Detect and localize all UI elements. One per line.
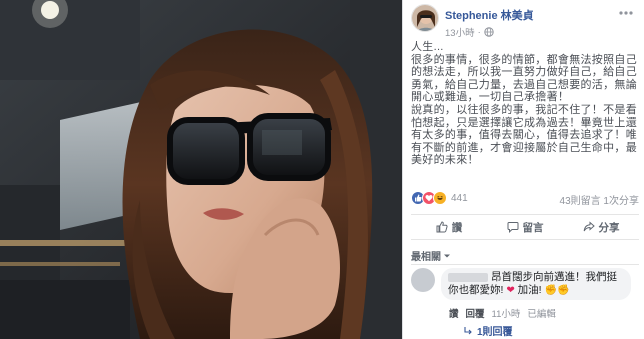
comment-like-button[interactable]: 讚 — [449, 306, 459, 320]
reaction-summary[interactable]: 441 — [411, 191, 468, 205]
view-replies-link[interactable]: 1則回覆 — [463, 323, 513, 338]
post-photo[interactable] — [0, 0, 402, 339]
comment-text-2: 加油! — [517, 284, 542, 296]
post-stats: 441 43則留言 1次分享 — [411, 191, 639, 207]
globe-icon — [484, 27, 494, 37]
comment-label: 留言 — [522, 221, 544, 234]
post-time[interactable]: 13小時 — [445, 25, 475, 39]
chevron-down-icon — [444, 254, 450, 257]
reply-count: 1則回覆 — [477, 327, 513, 338]
facebook-photo-viewer: Stephenie 林美貞 13小時 · 人生... 很多的事情，很多的情節，都… — [0, 0, 644, 339]
comment-reply-button[interactable]: 回覆 — [466, 306, 485, 320]
post-header: Stephenie 林美貞 13小時 · — [411, 4, 639, 39]
post-actions: 讚 留言 分享 — [411, 214, 639, 240]
comment-edited: 已編輯 — [527, 309, 556, 320]
reaction-count[interactable]: 441 — [451, 193, 468, 204]
comment-icon — [507, 222, 518, 233]
share-label: 分享 — [598, 221, 620, 234]
comment-meta: 讚 回覆 11小時 已編輯 — [449, 306, 556, 320]
author-avatar[interactable] — [411, 4, 439, 32]
post-panel: Stephenie 林美貞 13小時 · 人生... 很多的事情，很多的情節，都… — [402, 0, 644, 339]
haha-icon — [433, 191, 447, 205]
like-label: 讚 — [451, 221, 463, 234]
comment-divider — [411, 264, 639, 265]
selfie-photo — [0, 0, 402, 339]
commenter-name-redacted — [448, 272, 488, 282]
reply-arrow-icon — [464, 326, 472, 334]
comment-button[interactable]: 留言 — [487, 215, 563, 239]
share-icon — [583, 221, 595, 232]
comment-time[interactable]: 11小時 — [492, 306, 521, 320]
heart-emoji-icon: ❤ — [506, 285, 515, 296]
commenter-avatar[interactable] — [411, 268, 435, 292]
post-meta: 13小時 · — [445, 25, 534, 39]
thumbs-up-icon — [436, 221, 448, 233]
share-button[interactable]: 分享 — [563, 215, 639, 239]
like-button[interactable]: 讚 — [411, 215, 487, 239]
comment-bubble: 昂首闊步向前邁進！我們挺你也都愛妳! ❤ 加油! ✊✊ — [441, 268, 631, 300]
more-options-icon[interactable] — [617, 6, 635, 20]
comment-sort-dropdown[interactable]: 最相關 — [411, 248, 451, 263]
flexed-biceps-emoji-icon: ✊✊ — [544, 285, 570, 296]
post-body: 人生... 很多的事情，很多的情節，都會無法按照自己的想法走，所以我一直努力做好… — [411, 41, 637, 167]
sort-label: 最相關 — [411, 252, 441, 263]
author-info: Stephenie 林美貞 13小時 · — [445, 4, 534, 39]
comments-shares-count[interactable]: 43則留言 1次分享 — [560, 192, 639, 207]
author-name[interactable]: Stephenie 林美貞 — [445, 7, 534, 23]
